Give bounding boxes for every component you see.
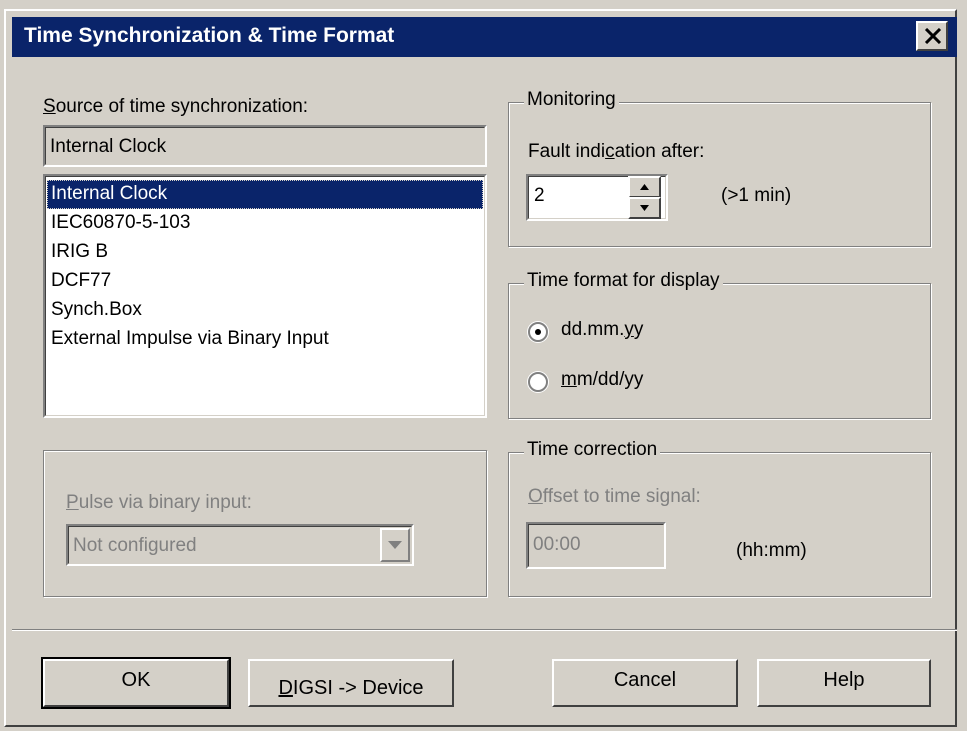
spinner-down-button[interactable] (628, 197, 661, 219)
title-bar[interactable]: Time Synchronization & Time Format (12, 17, 957, 57)
ok-button[interactable]: OK (41, 657, 231, 709)
radio-dd-mm-yy-label[interactable]: dd.mm.yy (561, 319, 643, 341)
list-item-irig-b[interactable]: IRIG B (47, 238, 483, 267)
cancel-button-label: Cancel (613, 669, 677, 691)
offset-unit: (hh:mm) (736, 540, 807, 561)
help-button-label: Help (823, 669, 865, 691)
button-separator (12, 629, 957, 631)
pulse-label: Pulse via binary input: (66, 492, 252, 513)
fault-indication-value: 2 (534, 185, 545, 206)
radio-dd-mm-yy[interactable] (528, 322, 548, 342)
pulse-dropdown-value: Not configured (73, 535, 197, 556)
pulse-dropdown[interactable]: Not configured (66, 524, 414, 566)
list-item-dcf77[interactable]: DCF77 (47, 267, 483, 296)
pulse-dropdown-button[interactable] (380, 528, 410, 562)
arrow-up-icon (640, 184, 649, 190)
help-button[interactable]: Help (757, 659, 931, 707)
digsi-device-button-label: DIGSI -> Device (278, 677, 424, 699)
arrow-down-icon (640, 205, 649, 211)
list-item-iec60870[interactable]: IEC60870-5-103 (47, 209, 483, 238)
source-current-value: Internal Clock (50, 136, 167, 157)
chevron-down-icon (388, 541, 402, 549)
source-listbox[interactable]: Internal Clock IEC60870-5-103 IRIG B DCF… (43, 174, 487, 418)
ok-button-label: OK (121, 669, 151, 691)
fault-indication-label: Fault indication after: (528, 141, 705, 162)
list-item-synch-box[interactable]: Synch.Box (47, 296, 483, 325)
radio-mm-dd-yy[interactable] (528, 372, 548, 392)
spinner-up-button[interactable] (628, 176, 661, 198)
list-item-internal-clock[interactable]: Internal Clock (47, 180, 483, 209)
close-button[interactable] (916, 21, 948, 51)
time-correction-title: Time correction (524, 439, 661, 461)
digsi-device-button[interactable]: DIGSI -> Device (248, 659, 454, 707)
radio-checked-dot (535, 329, 541, 335)
time-format-title: Time format for display (524, 270, 723, 292)
monitoring-title: Monitoring (524, 89, 619, 111)
offset-field[interactable]: 00:00 (526, 522, 666, 569)
time-format-group (508, 283, 931, 419)
source-current-field: Internal Clock (43, 125, 487, 167)
fault-indication-unit: (>1 min) (721, 185, 792, 206)
cancel-button[interactable]: Cancel (552, 659, 738, 707)
list-item-external-impulse[interactable]: External Impulse via Binary Input (47, 325, 483, 354)
radio-mm-dd-yy-label[interactable]: mm/dd/yy (561, 369, 643, 391)
offset-value: 00:00 (533, 534, 581, 555)
close-icon (924, 28, 942, 44)
source-label: Source of time synchronization: (43, 96, 309, 117)
window-title: Time Synchronization & Time Format (24, 24, 395, 47)
offset-label: Offset to time signal: (528, 486, 701, 507)
dialog-window: Time Synchronization & Time Format Sourc… (0, 0, 967, 731)
